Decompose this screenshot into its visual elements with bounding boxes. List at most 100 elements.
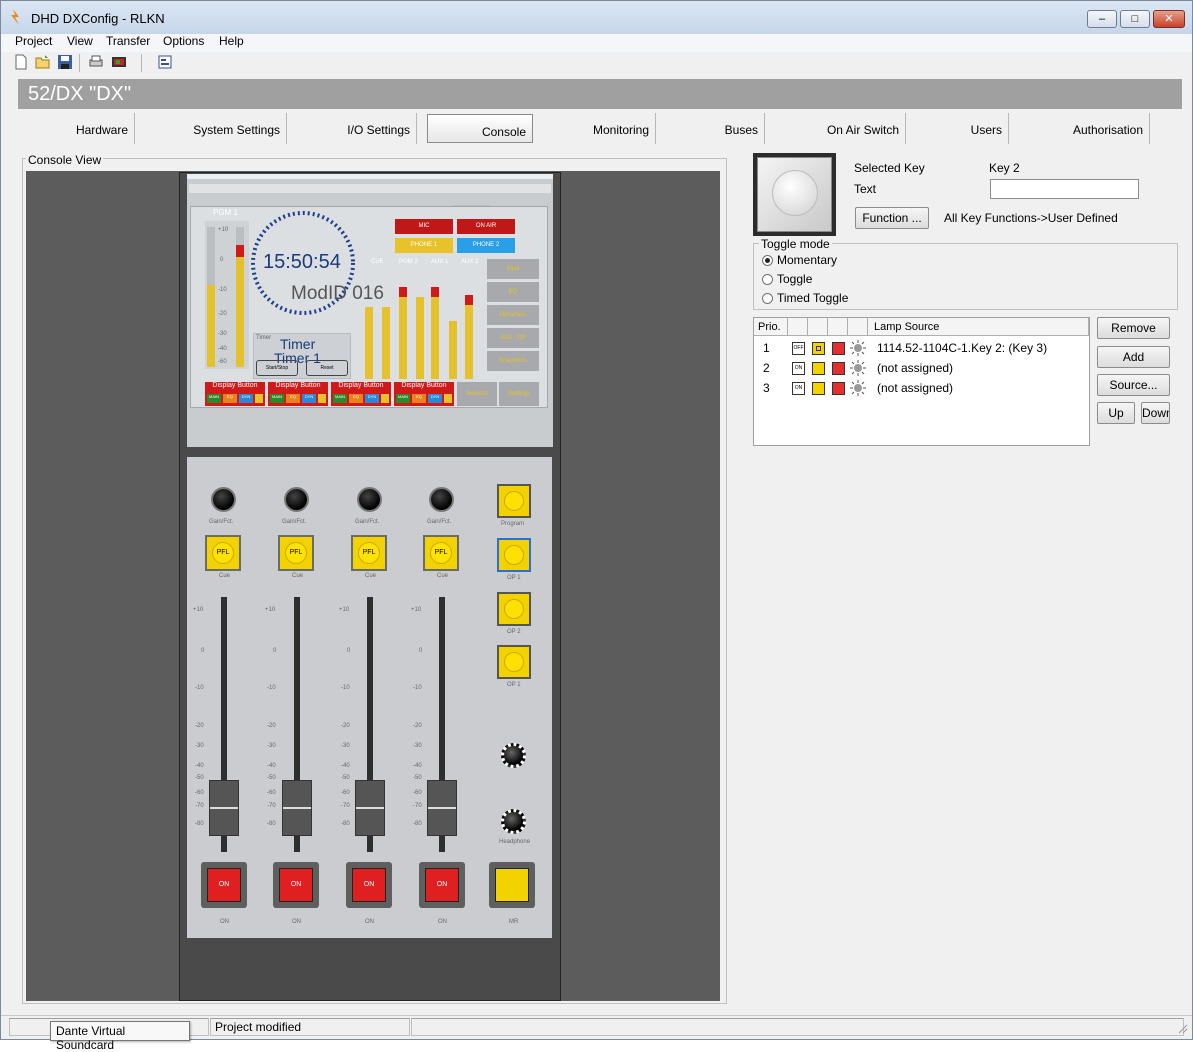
monitor-knob[interactable] (501, 743, 526, 768)
tab-io-settings[interactable]: I/O Settings (287, 113, 417, 144)
on-button-1[interactable]: ON (201, 862, 247, 908)
tab-monitoring[interactable]: Monitoring (533, 113, 656, 144)
transfer-icon[interactable] (111, 54, 127, 70)
up-button[interactable]: Up (1097, 402, 1135, 424)
radio-timed-toggle[interactable] (762, 293, 773, 304)
lamp-color-2[interactable] (832, 362, 845, 375)
minimize-button[interactable]: – (1087, 10, 1117, 28)
screen-phone1-button[interactable]: PHONE 1 (395, 238, 453, 253)
blink-icon[interactable] (850, 340, 866, 356)
headphone-knob[interactable] (501, 809, 526, 834)
radio-momentary[interactable] (762, 255, 773, 266)
resize-grip-icon[interactable] (1176, 1022, 1188, 1034)
gain-knob-1[interactable] (211, 487, 236, 512)
fader-cap-4[interactable] (427, 780, 457, 836)
source-button[interactable]: Source... (1097, 374, 1170, 396)
mr-button[interactable] (489, 862, 535, 908)
col-blink[interactable] (848, 318, 868, 336)
toggle-label[interactable]: Toggle (777, 272, 812, 286)
menu-project[interactable]: Project (15, 34, 52, 48)
display-button-3[interactable]: Display Button MAIN EQ DYN (331, 382, 391, 406)
op1-key[interactable] (497, 538, 531, 572)
on-button-4[interactable]: ON (419, 862, 465, 908)
screen-selector-button[interactable]: Selector (457, 382, 497, 406)
timed-toggle-label[interactable]: Timed Toggle (777, 291, 848, 305)
gain-knob-2[interactable] (284, 487, 309, 512)
function-value: All Key Functions->User Defined (944, 211, 1118, 225)
table-row[interactable]: 2 ON (not assigned) (754, 358, 1089, 378)
col-color2[interactable] (828, 318, 848, 336)
state-icon: ON (792, 382, 805, 395)
open-folder-icon[interactable] (35, 54, 51, 70)
op2-key[interactable] (497, 592, 531, 626)
screen-eq-button[interactable]: EQ (487, 282, 539, 302)
lamp-color-2[interactable] (832, 342, 845, 355)
screen-aux-button[interactable]: AUX / OP (487, 328, 539, 348)
program-key[interactable] (497, 484, 531, 518)
screen-settings-button[interactable]: Settings (499, 382, 539, 406)
add-button[interactable]: Add (1097, 346, 1170, 368)
tab-system-settings[interactable]: System Settings (135, 113, 287, 144)
blink-icon[interactable] (850, 360, 866, 376)
tab-authorisation[interactable]: Authorisation (1009, 113, 1150, 144)
screen-phone2-button[interactable]: PHONE 2 (457, 238, 515, 253)
table-row[interactable]: 1 OFF 1114.52-1104C-1.Key 2: (Key 3) (754, 338, 1089, 358)
momentary-label[interactable]: Momentary (777, 253, 837, 267)
screen-snapshots-button[interactable]: Snapshots (487, 351, 539, 371)
on-button-3[interactable]: ON (346, 862, 392, 908)
menu-help[interactable]: Help (219, 34, 244, 48)
timer-start-button[interactable]: Start/Stop (256, 360, 298, 376)
fader-cap-2[interactable] (282, 780, 312, 836)
maximize-button[interactable]: □ (1120, 10, 1150, 28)
lamp-color-1[interactable] (812, 342, 825, 355)
gain-knob-3[interactable] (357, 487, 382, 512)
pfl-button-3[interactable]: PFL (351, 535, 387, 571)
screen-on-air-button[interactable]: ON AIR (457, 219, 515, 234)
blink-icon[interactable] (850, 380, 866, 396)
lamp-color-1[interactable] (812, 382, 825, 395)
toolbar-separator (79, 54, 80, 72)
pfl-button-1[interactable]: PFL (205, 535, 241, 571)
pfl-button-2[interactable]: PFL (278, 535, 314, 571)
function-button[interactable]: Function ... (855, 207, 929, 229)
op1b-key[interactable] (497, 645, 531, 679)
display-button-4[interactable]: Display Button MAIN EQ DYN (394, 382, 454, 406)
down-button[interactable]: Down (1141, 402, 1170, 424)
meter-title: PGM 1 (213, 208, 238, 217)
radio-toggle[interactable] (762, 274, 773, 285)
col-prio[interactable]: Prio. (754, 318, 788, 336)
save-icon[interactable] (57, 54, 73, 70)
menu-view[interactable]: View (67, 34, 93, 48)
gain-knob-4[interactable] (429, 487, 454, 512)
screen-input-button[interactable]: Input (487, 259, 539, 279)
key-text-input[interactable] (990, 179, 1139, 199)
timer-reset-button[interactable]: Reset (306, 360, 348, 376)
remove-button[interactable]: Remove (1097, 317, 1170, 339)
properties-icon[interactable] (157, 54, 173, 70)
lamp-color-2[interactable] (832, 382, 845, 395)
table-row[interactable]: 3 ON (not assigned) (754, 378, 1089, 398)
close-button[interactable]: ✕ (1153, 10, 1185, 28)
tab-hardware[interactable]: Hardware (9, 113, 135, 144)
col-lamp-source[interactable]: Lamp Source (868, 318, 1089, 336)
fader-cap-1[interactable] (209, 780, 239, 836)
menu-transfer[interactable]: Transfer (106, 34, 150, 48)
tab-console[interactable]: Console (427, 114, 533, 143)
display-button-1[interactable]: Display Button MAIN EQ DYN (205, 382, 265, 406)
col-state[interactable] (788, 318, 808, 336)
new-file-icon[interactable] (13, 54, 29, 70)
tab-on-air-switch[interactable]: On Air Switch (765, 113, 906, 144)
screen-mic-button[interactable]: MIC (395, 219, 453, 234)
gain-label: Gain/Fct. (282, 519, 307, 525)
lamp-color-1[interactable] (812, 362, 825, 375)
print-icon[interactable] (88, 54, 104, 70)
fader-cap-3[interactable] (355, 780, 385, 836)
screen-dynamics-button[interactable]: Dynamics (487, 305, 539, 325)
tab-buses[interactable]: Buses (656, 113, 765, 144)
display-button-2[interactable]: Display Button MAIN EQ DYN (268, 382, 328, 406)
pfl-button-4[interactable]: PFL (423, 535, 459, 571)
on-button-2[interactable]: ON (273, 862, 319, 908)
menu-options[interactable]: Options (163, 34, 204, 48)
tab-users[interactable]: Users (906, 113, 1009, 144)
col-color1[interactable] (808, 318, 828, 336)
